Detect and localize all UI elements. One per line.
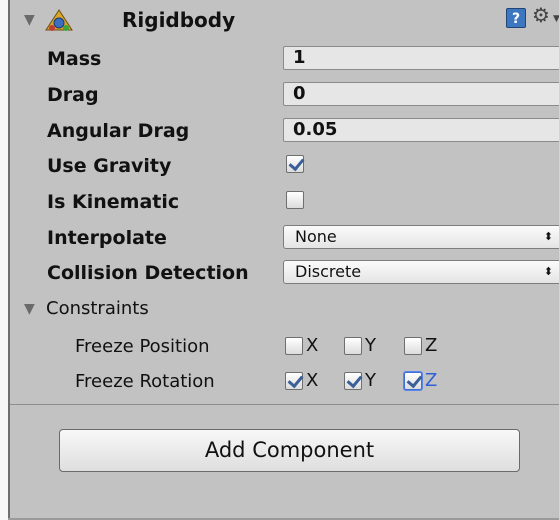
section-divider [10, 404, 559, 405]
is-kinematic-label: Is Kinematic [47, 191, 180, 213]
interpolate-row: Interpolate None ⬍ [10, 220, 559, 254]
freeze-position-row: Freeze Position X Y Z [10, 329, 559, 363]
freeze-position-x-label: X [306, 335, 319, 356]
is-kinematic-row: Is Kinematic [10, 184, 559, 218]
collision-detection-value: Discrete [295, 262, 362, 281]
inspector-left-edge [0, 0, 10, 520]
mass-label: Mass [47, 48, 102, 70]
freeze-position-label: Freeze Position [75, 336, 210, 357]
use-gravity-checkbox[interactable] [286, 155, 304, 173]
add-component-button[interactable]: Add Component [59, 429, 520, 472]
collision-detection-dropdown[interactable]: Discrete ⬍ [283, 260, 559, 284]
component-title: Rigidbody [122, 8, 236, 32]
gear-icon[interactable]: ⚙ [532, 4, 550, 26]
interpolate-label: Interpolate [47, 227, 167, 249]
component-header[interactable]: ▼ Rigidbody ? ⚙ ▼ [10, 0, 559, 38]
freeze-rotation-y-checkbox[interactable] [344, 372, 362, 390]
drag-label: Drag [47, 84, 99, 106]
freeze-position-y-label: Y [365, 335, 376, 356]
help-icon[interactable]: ? [506, 8, 526, 28]
drag-row: Drag 0 [10, 77, 559, 111]
fold-arrow-icon[interactable]: ▼ [24, 302, 35, 316]
use-gravity-label: Use Gravity [47, 155, 172, 177]
collision-detection-label: Collision Detection [47, 262, 249, 284]
angular-drag-label: Angular Drag [47, 120, 190, 142]
mass-field[interactable]: 1 [283, 46, 559, 70]
freeze-rotation-label: Freeze Rotation [75, 371, 215, 392]
interpolate-dropdown[interactable]: None ⬍ [283, 225, 559, 249]
freeze-position-z-checkbox[interactable] [404, 337, 422, 355]
dropdown-arrow-icon: ⬍ [543, 265, 553, 278]
is-kinematic-checkbox[interactable] [286, 191, 304, 209]
use-gravity-row: Use Gravity [10, 148, 559, 182]
freeze-position-y-checkbox[interactable] [344, 337, 362, 355]
fold-arrow-icon[interactable]: ▼ [24, 13, 35, 27]
dropdown-arrow-icon: ⬍ [543, 230, 553, 243]
rigidbody-icon [45, 9, 73, 31]
freeze-rotation-x-label: X [306, 370, 319, 391]
freeze-position-x-checkbox[interactable] [285, 337, 303, 355]
constraints-foldout[interactable]: ▼ Constraints [10, 291, 559, 325]
constraints-label: Constraints [46, 298, 149, 319]
drag-field[interactable]: 0 [283, 82, 559, 106]
gear-caret-icon[interactable]: ▼ [553, 14, 559, 24]
mass-row: Mass 1 [10, 41, 559, 75]
freeze-rotation-x-checkbox[interactable] [285, 372, 303, 390]
angular-drag-row: Angular Drag 0.05 [10, 113, 559, 147]
interpolate-value: None [295, 227, 337, 246]
freeze-rotation-z-label: Z [425, 370, 438, 391]
freeze-rotation-y-label: Y [365, 370, 376, 391]
freeze-position-z-label: Z [425, 335, 438, 356]
freeze-rotation-z-checkbox[interactable] [404, 372, 422, 390]
freeze-rotation-row: Freeze Rotation X Y Z [10, 364, 559, 398]
collision-detection-row: Collision Detection Discrete ⬍ [10, 255, 559, 289]
angular-drag-field[interactable]: 0.05 [283, 118, 559, 142]
